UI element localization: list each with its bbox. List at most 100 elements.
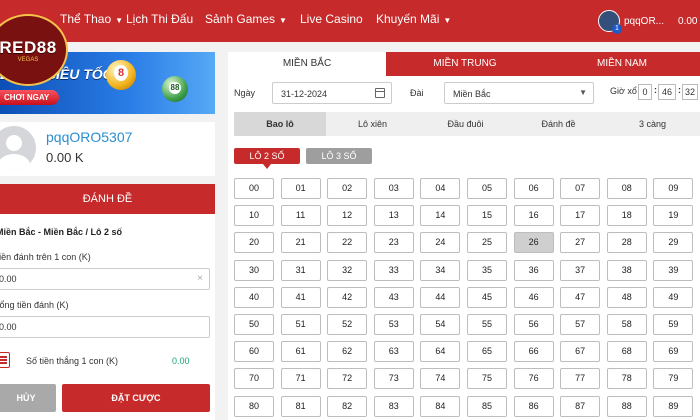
tab-danh-de[interactable]: Đánh đề [512,112,605,136]
number-cell[interactable]: 82 [327,395,368,417]
number-cell[interactable]: 19 [653,205,694,227]
number-cell[interactable]: 84 [420,395,461,417]
number-cell[interactable]: 56 [513,314,554,335]
number-cell[interactable]: 61 [280,341,321,363]
number-cell[interactable]: 73 [373,368,414,390]
number-cell[interactable]: 08 [606,178,647,199]
number-cell[interactable]: 34 [420,259,461,281]
number-cell[interactable]: 02 [327,178,368,199]
number-cell[interactable]: 26 [513,232,554,254]
number-cell[interactable]: 14 [420,205,461,227]
number-cell[interactable]: 63 [373,341,414,363]
number-cell[interactable]: 68 [606,341,647,363]
cancel-button[interactable]: HỦY [0,384,56,412]
number-cell[interactable]: 43 [373,286,414,308]
number-cell[interactable]: 32 [327,259,368,281]
number-cell[interactable]: 46 [513,286,554,308]
number-cell[interactable]: 76 [513,368,554,390]
nav-lich-thi-dau[interactable]: Lịch Thi Đấu [126,12,193,26]
number-cell[interactable]: 54 [420,314,461,335]
number-cell[interactable]: 40 [234,286,274,308]
number-cell[interactable]: 75 [467,368,507,390]
number-cell[interactable]: 28 [606,232,647,254]
number-cell[interactable]: 30 [234,259,274,281]
nav-live-casino[interactable]: Live Casino [300,12,363,26]
number-cell[interactable]: 04 [420,178,461,199]
number-cell[interactable]: 81 [280,395,321,417]
number-cell[interactable]: 64 [420,341,461,363]
number-cell[interactable]: 77 [560,368,601,390]
subtab-lo-3-so[interactable]: LÔ 3 SỐ [306,148,372,164]
number-cell[interactable]: 83 [373,395,414,417]
number-cell[interactable]: 36 [513,259,554,281]
nav-khuyen-mai[interactable]: Khuyến Mãi ▼ [376,12,451,26]
number-cell[interactable]: 47 [560,286,601,308]
number-cell[interactable]: 53 [373,314,414,335]
station-select[interactable]: Miền Bắc ▼ [444,82,594,104]
number-cell[interactable]: 50 [234,314,274,335]
number-cell[interactable]: 23 [373,232,414,254]
number-cell[interactable]: 88 [606,395,647,417]
number-cell[interactable]: 79 [653,368,694,390]
number-cell[interactable]: 13 [373,205,414,227]
number-cell[interactable]: 15 [467,205,507,227]
tab-mien-bac[interactable]: MIỀN BẮC [228,52,386,76]
number-cell[interactable]: 51 [280,314,321,335]
number-cell[interactable]: 85 [467,395,507,417]
number-cell[interactable]: 52 [327,314,368,335]
number-cell[interactable]: 55 [467,314,507,335]
number-cell[interactable]: 17 [560,205,601,227]
number-cell[interactable]: 03 [373,178,414,199]
number-cell[interactable]: 66 [513,341,554,363]
number-cell[interactable]: 49 [653,286,694,308]
tab-bao-lo[interactable]: Bao lô [234,112,326,136]
number-cell[interactable]: 70 [234,368,274,390]
tab-mien-trung[interactable]: MIỀN TRUNG [386,52,544,76]
number-cell[interactable]: 06 [513,178,554,199]
subtab-lo-2-so[interactable]: LÔ 2 SỐ [234,148,300,169]
number-cell[interactable]: 38 [606,259,647,281]
number-cell[interactable]: 58 [606,314,647,335]
number-cell[interactable]: 57 [560,314,601,335]
number-cell[interactable]: 60 [234,341,274,363]
number-cell[interactable]: 22 [327,232,368,254]
number-cell[interactable]: 00 [234,178,274,199]
number-cell[interactable]: 42 [327,286,368,308]
number-cell[interactable]: 67 [560,341,601,363]
number-cell[interactable]: 62 [327,341,368,363]
number-cell[interactable]: 27 [560,232,601,254]
number-cell[interactable]: 12 [327,205,368,227]
number-cell[interactable]: 07 [560,178,601,199]
number-cell[interactable]: 71 [280,368,321,390]
number-cell[interactable]: 20 [234,232,274,254]
date-picker[interactable]: 31-12-2024 [272,82,392,104]
number-cell[interactable]: 16 [513,205,554,227]
number-cell[interactable]: 48 [606,286,647,308]
number-cell[interactable]: 87 [560,395,601,417]
clear-icon[interactable]: × [197,273,203,284]
number-cell[interactable]: 21 [280,232,321,254]
number-cell[interactable]: 05 [467,178,507,199]
number-cell[interactable]: 33 [373,259,414,281]
number-cell[interactable]: 09 [653,178,694,199]
number-cell[interactable]: 37 [560,259,601,281]
play-now-button[interactable]: CHƠI NGAY [0,90,60,105]
number-cell[interactable]: 89 [653,395,694,417]
number-cell[interactable]: 44 [420,286,461,308]
number-cell[interactable]: 41 [280,286,321,308]
stake-input[interactable]: 0.00 × [0,268,210,290]
number-cell[interactable]: 78 [606,368,647,390]
number-cell[interactable]: 45 [467,286,507,308]
nav-the-thao[interactable]: Thể Thao ▼ [60,12,123,26]
number-cell[interactable]: 10 [234,205,274,227]
tab-dau-duoi[interactable]: Đầu đuôi [419,112,512,136]
number-cell[interactable]: 72 [327,368,368,390]
number-cell[interactable]: 39 [653,259,694,281]
number-cell[interactable]: 24 [420,232,461,254]
nav-sanh-games[interactable]: Sảnh Games ▼ [205,12,287,26]
tab-lo-xien[interactable]: Lô xiên [326,112,419,136]
number-cell[interactable]: 01 [280,178,321,199]
tab-3-cang[interactable]: 3 càng [605,112,700,136]
number-cell[interactable]: 11 [280,205,321,227]
place-bet-button[interactable]: ĐẶT CƯỢC [62,384,210,412]
